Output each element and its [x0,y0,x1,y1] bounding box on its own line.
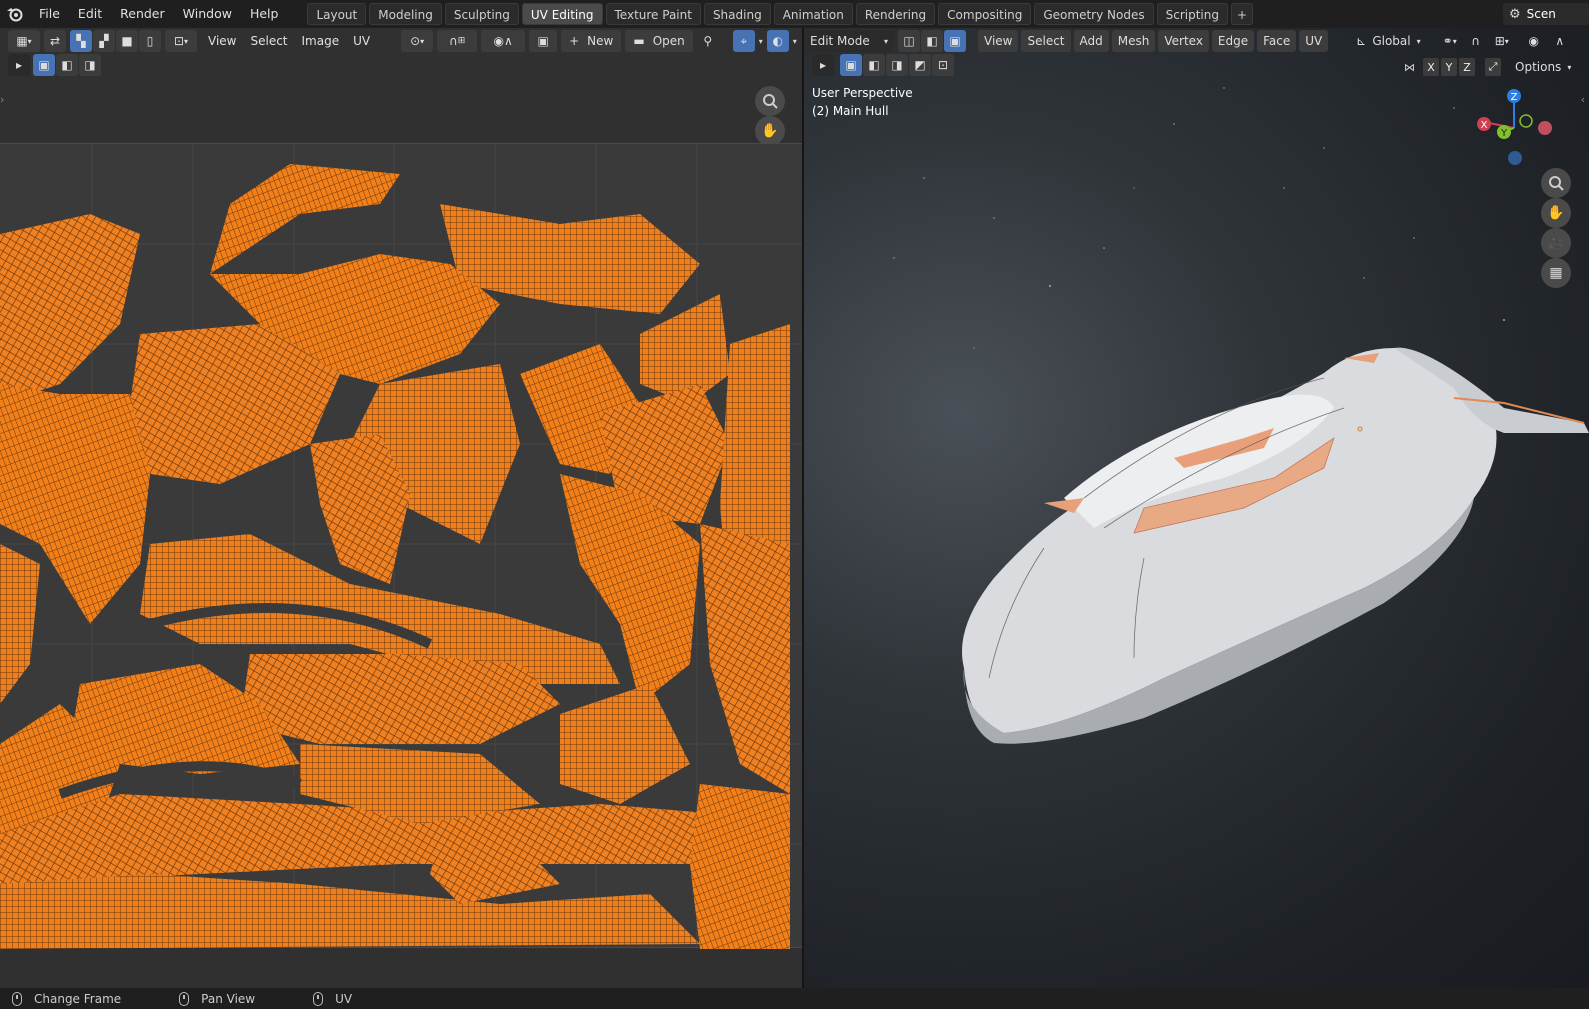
tab-scripting[interactable]: Scripting [1156,3,1228,25]
face-select-icon[interactable]: ■ [116,30,138,52]
mouse-left-icon [12,991,22,1006]
uv-sync-icon[interactable]: ⇄ [44,30,66,52]
camera-icon[interactable]: 🎥 [1541,228,1571,258]
pin-icon[interactable]: ⚲ [697,30,719,52]
top-bar: File Edit Render Window Help Layout Modeling S… [0,0,1589,28]
workspace-tabs: Layout Modeling Sculpting UV Editing Texture… [307,3,1256,25]
pan-hand-icon[interactable]: ✋ [1541,198,1571,228]
select-subtract-icon[interactable]: ◨ [79,54,101,76]
falloff-icon: ∧ [503,34,513,48]
uv-menu-uv[interactable]: UV [346,30,377,52]
editor-type-button[interactable]: ▦ ▾ [8,30,40,52]
uv-island-shapes [0,164,790,949]
snap-increment-icon: ⊞ [457,36,466,46]
scene-label: Scen [1526,7,1556,21]
open-image-label: Open [652,34,685,48]
uv-select-mode-group: ▚ ▞ ■ ▯ [70,30,161,52]
blender-logo-icon[interactable] [0,0,30,28]
folder-icon: ▬ [633,34,645,48]
image-browse-button[interactable]: ▣ [529,30,558,52]
gizmo-x-label: X [1481,120,1488,131]
status-label-change-frame: Change Frame [34,991,122,1006]
mouse-middle-icon [179,991,190,1006]
add-workspace-button[interactable]: + [1230,3,1253,25]
uv-editor[interactable]: ▦ ▾ ⇄ ▚ ▞ ■ ▯ ⊡ ▾ View Select Image UV ⊙ ▾ ∩ ⊞ … [0,28,802,988]
sticky-select-icon: ⊡ [173,34,185,48]
scene-icon: ⚙ [1509,6,1521,22]
new-image-button[interactable]: + New [561,30,622,52]
uv-editor-header: ▦ ▾ ⇄ ▚ ▞ ■ ▯ ⊡ ▾ View Select Image UV ⊙ ▾ ∩ ⊞ … [0,28,797,54]
zoom-icon[interactable] [755,86,785,116]
status-uv: UV [313,991,353,1006]
uv-sync-group: ⇄ [44,30,66,52]
tab-rendering[interactable]: Rendering [855,3,936,25]
tab-animation[interactable]: Animation [773,3,853,25]
sidebar-toggle-icon[interactable]: ‹ [1581,93,1585,106]
zoom-icon[interactable] [1541,168,1571,198]
tab-modeling[interactable]: Modeling [369,3,442,25]
mouse-right-icon [313,991,324,1006]
overlay-dropdown-icon[interactable]: ▾ [793,37,797,46]
tab-geometry-nodes[interactable]: Geometry Nodes [1034,3,1154,25]
menu-file[interactable]: File [30,0,69,28]
select-new-icon[interactable]: ▣ [33,54,55,76]
gizmo-toggle-icon[interactable]: ⌖ [732,30,755,52]
menu-render[interactable]: Render [111,0,174,28]
proportional-edit-button[interactable]: ◉ ∧ [481,30,526,52]
image-browse-icon: ▣ [537,34,549,48]
status-change-frame: Change Frame [12,991,122,1006]
3d-viewport[interactable]: Edit Mode ▾ ◫ ◧ ▣ View Select Add Mesh Vertex… [804,28,1589,988]
sidebar-toggle-icon[interactable]: › [0,93,4,106]
menu-edit[interactable]: Edit [69,0,111,28]
tab-uv-editing[interactable]: UV Editing [521,3,603,25]
tab-compositing[interactable]: Compositing [938,3,1032,25]
snap-button[interactable]: ∩ ⊞ [437,30,478,52]
pivot-button[interactable]: ⊙ ▾ [401,30,434,52]
open-image-button[interactable]: ▬ Open [625,30,693,52]
gizmo-y-label: Y [1500,128,1508,139]
pivot-icon: ⊙ [410,34,421,48]
magnet-icon: ∩ [448,34,458,48]
uv-menu-image[interactable]: Image [295,30,347,52]
new-image-label: New [587,34,614,48]
island-select-icon[interactable]: ▯ [139,30,161,52]
image-editor-icon: ▦ [16,34,28,48]
status-label-pan-view: Pan View [201,991,256,1006]
navigation-gizmo[interactable]: Z X Y [1474,86,1554,166]
overlay-toggle-icon[interactable]: ◐ [766,30,789,52]
vertex-select-icon[interactable]: ▚ [70,30,92,52]
spaceship-model[interactable] [962,347,1589,744]
select-mode-buttons: ▣ ◧ ◨ [33,54,101,76]
uv-canvas[interactable] [0,143,802,949]
gizmo-z-label: Z [1511,92,1518,103]
sticky-select-button[interactable]: ⊡ ▾ [165,30,197,52]
uv-menu-view[interactable]: View [201,30,243,52]
uv-islands[interactable] [0,144,802,949]
uv-editor-menus: View Select Image UV [201,30,377,52]
starfield [893,87,1589,744]
menu-help[interactable]: Help [241,0,288,28]
status-label-uv: UV [335,991,353,1006]
grid-perspective-icon[interactable]: ▦ [1541,258,1571,288]
uv-tool-settings: ▸ ▣ ◧ ◨ [8,54,101,76]
proportional-icon: ◉ [493,34,504,48]
tab-layout[interactable]: Layout [307,3,367,25]
scene-selector[interactable]: ⚙ Scen [1503,3,1589,25]
tab-sculpting[interactable]: Sculpting [444,3,519,25]
status-bar: Change Frame Pan View UV [0,988,1589,1009]
gizmo-dropdown-icon[interactable]: ▾ [759,37,763,46]
tab-texture-paint[interactable]: Texture Paint [605,3,701,25]
pan-hand-icon[interactable]: ✋ [755,116,785,146]
main-menu: File Edit Render Window Help [30,0,287,28]
select-extend-icon[interactable]: ◧ [56,54,78,76]
status-pan-view: Pan View [179,991,256,1006]
tab-shading[interactable]: Shading [703,3,771,25]
menu-window[interactable]: Window [174,0,241,28]
edge-select-icon[interactable]: ▞ [93,30,115,52]
uv-menu-select[interactable]: Select [243,30,294,52]
plus-icon: + [569,34,580,48]
tool-cursor-icon[interactable]: ▸ [8,54,30,76]
